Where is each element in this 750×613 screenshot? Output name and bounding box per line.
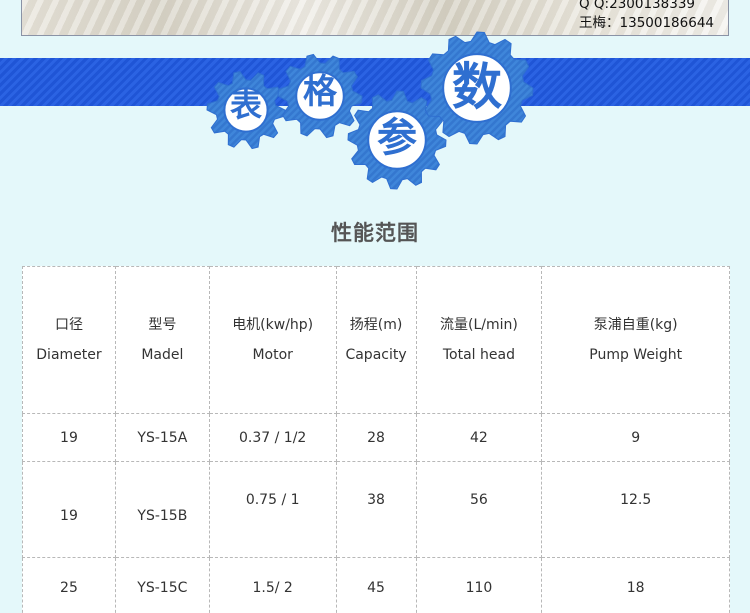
cell-motor: 0.75 / 1 [208,461,337,558]
cell-model: YS-15B [114,461,210,558]
cell-diameter: 19 [22,413,116,462]
header-total-head: 流量(L/min) Total head [415,266,543,414]
cell-model: YS-15A [114,413,210,462]
cell-motor: 0.37 / 1/2 [208,413,337,462]
header-pump-weight: 泵浦自重(kg) Pump Weight [541,266,730,414]
contact-qq: Q Q:2300138339 [579,0,695,12]
banner-char-2: 格 [303,72,337,112]
banner-char-3: 参 [377,115,417,161]
product-photo-strip: Q Q:2300138339 王梅：13500186644 [21,0,729,36]
table-row: 19 YS-15A 0.37 / 1/2 28 42 9 [22,413,730,462]
header-diameter: 口径 Diameter [22,266,116,414]
header-motor: 电机(kw/hp) Motor [208,266,337,414]
header-model: 型号 Madel [114,266,210,414]
cell-capacity: 28 [335,413,417,462]
cell-motor: 1.5/ 2 [208,557,337,613]
cell-pump-weight: 18 [541,557,730,613]
cell-diameter: 19 [22,461,116,558]
cell-diameter: 25 [22,557,116,613]
cell-total-head: 42 [415,413,543,462]
banner-char-1: 表 [229,86,262,124]
table-row: 25 YS-15C 1.5/ 2 45 110 18 [22,557,730,613]
section-title: 性能范围 [331,221,419,245]
cell-total-head: 56 [415,461,543,558]
parameter-table: 口径 Diameter 型号 Madel 电机(kw/hp) Motor 扬程(m) C… [22,266,730,613]
table-row: 19 YS-15B 0.75 / 1 38 56 12.5 [22,461,730,558]
banner-band [0,58,750,106]
cell-model: YS-15C [114,557,210,613]
cell-capacity: 45 [335,557,417,613]
cell-pump-weight: 12.5 [541,461,730,558]
banner-char-4: 数 [452,58,502,116]
header-capacity: 扬程(m) Capacity [335,266,417,414]
cell-total-head: 110 [415,557,543,613]
contact-info: Q Q:2300138339 王梅：13500186644 [579,0,714,33]
table-header-row: 口径 Diameter 型号 Madel 电机(kw/hp) Motor 扬程(m) C… [22,266,730,414]
cell-pump-weight: 9 [541,413,730,462]
contact-phone: 王梅：13500186644 [579,15,714,31]
cell-capacity: 38 [335,461,417,558]
